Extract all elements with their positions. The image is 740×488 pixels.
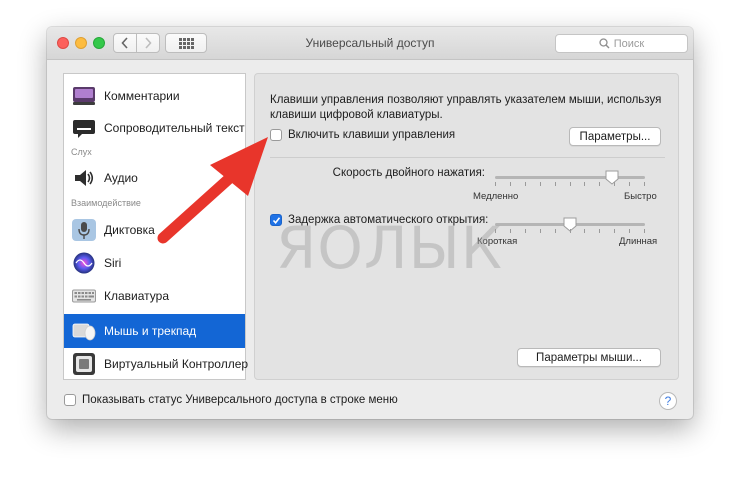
slider-tick [584,182,585,186]
slider-tick [540,182,541,186]
chevron-right-icon [145,37,152,49]
options-button[interactable]: Параметры... [569,127,661,146]
sidebar-item-label: Диктовка [104,223,155,237]
slider-tick [495,182,496,186]
fast-label: Быстро [624,191,657,202]
mouse-keys-description: Клавиши управления позволяют управлять у… [270,94,662,121]
sidebar-item-label: Аудио [104,171,138,185]
sidebar-item-comments[interactable]: Комментарии [64,80,245,112]
slider-tick [510,182,511,186]
titlebar: Универсальный доступ Поиск [47,27,693,60]
slider-tick [584,229,585,233]
mouse-options-button[interactable]: Параметры мыши... [517,348,661,367]
slider-tick [644,229,645,233]
siri-icon [73,252,95,274]
help-button[interactable]: ? [659,392,677,410]
keyboard-icon [72,289,96,303]
back-button[interactable] [113,33,137,53]
slider-tick [644,182,645,186]
show-status-label: Показывать статус Универсального доступа… [82,394,398,406]
long-label: Длинная [619,236,658,247]
chevron-left-icon [121,37,128,49]
search-icon [599,38,610,49]
show-all-button[interactable] [165,33,207,53]
double-click-speed-slider[interactable] [495,170,645,188]
spring-loading-slider[interactable] [495,217,645,235]
zoom-window-button[interactable] [93,37,105,49]
sidebar-item-captions[interactable]: Сопроводительный текст [64,112,245,144]
section-header-hearing: Слух [71,147,92,157]
enable-mouse-keys-checkbox[interactable] [270,129,282,141]
mouse-trackpad-icon [72,323,96,341]
sidebar-item-dictation[interactable]: Диктовка [64,214,245,246]
sidebar-item-label: Виртуальный Контроллер [104,357,249,371]
slider-track [495,176,645,179]
slider-tick [555,182,556,186]
sidebar-item-mouse-trackpad[interactable]: Мышь и трекпад [64,314,245,348]
slider-tick [540,229,541,233]
comments-icon [73,87,95,105]
enable-mouse-keys-row[interactable]: Включить клавиши управления [270,129,455,141]
slow-label: Медленно [473,191,519,202]
search-placeholder: Поиск [613,37,645,50]
sidebar-item-label: Клавиатура [104,289,169,303]
enable-mouse-keys-label: Включить клавиши управления [288,129,456,141]
slider-tick [629,229,630,233]
sidebar-item-keyboard[interactable]: Клавиатура [64,280,245,312]
speaker-icon [75,170,94,186]
slider-tick [510,229,511,233]
slider-tick [614,182,615,186]
slider-tick [525,182,526,186]
slider-tick [599,229,600,233]
search-field[interactable]: Поиск [555,34,688,53]
forward-button[interactable] [136,33,160,53]
sidebar-item-label: Сопроводительный текст [104,121,245,135]
sidebar-item-switch-control[interactable]: Виртуальный Контроллер [64,348,249,380]
sidebar[interactable]: Комментарии Сопроводительный текст Слух … [63,73,249,380]
grid-icon [178,37,194,49]
divider [270,157,665,158]
slider-tick [525,229,526,233]
slider-tick [629,182,630,186]
section-header-interaction: Взаимодействие [71,198,141,208]
slider-tick [570,182,571,186]
slider-tick [555,229,556,233]
slider-tick [599,182,600,186]
captions-icon [73,120,95,138]
slider-thumb[interactable] [605,170,619,185]
close-window-button[interactable] [57,37,69,49]
sidebar-item-audio[interactable]: Аудио [64,162,245,194]
show-status-checkbox[interactable] [64,394,76,406]
switch-control-icon [73,353,95,375]
window-title: Универсальный доступ [305,36,435,50]
double-click-speed-label: Скорость двойного нажатия: [332,167,485,179]
watermark-logo: ЯОЛЫК [276,214,503,282]
slider-tick [570,229,571,233]
minimize-window-button[interactable] [75,37,87,49]
sidebar-item-label: Мышь и трекпад [104,324,197,338]
sidebar-item-siri[interactable]: Siri [64,247,245,279]
show-status-row[interactable]: Показывать статус Универсального доступа… [64,394,398,406]
microphone-icon [72,219,96,241]
sidebar-item-label: Комментарии [104,89,180,103]
slider-tick [614,229,615,233]
sidebar-item-label: Siri [104,256,122,270]
